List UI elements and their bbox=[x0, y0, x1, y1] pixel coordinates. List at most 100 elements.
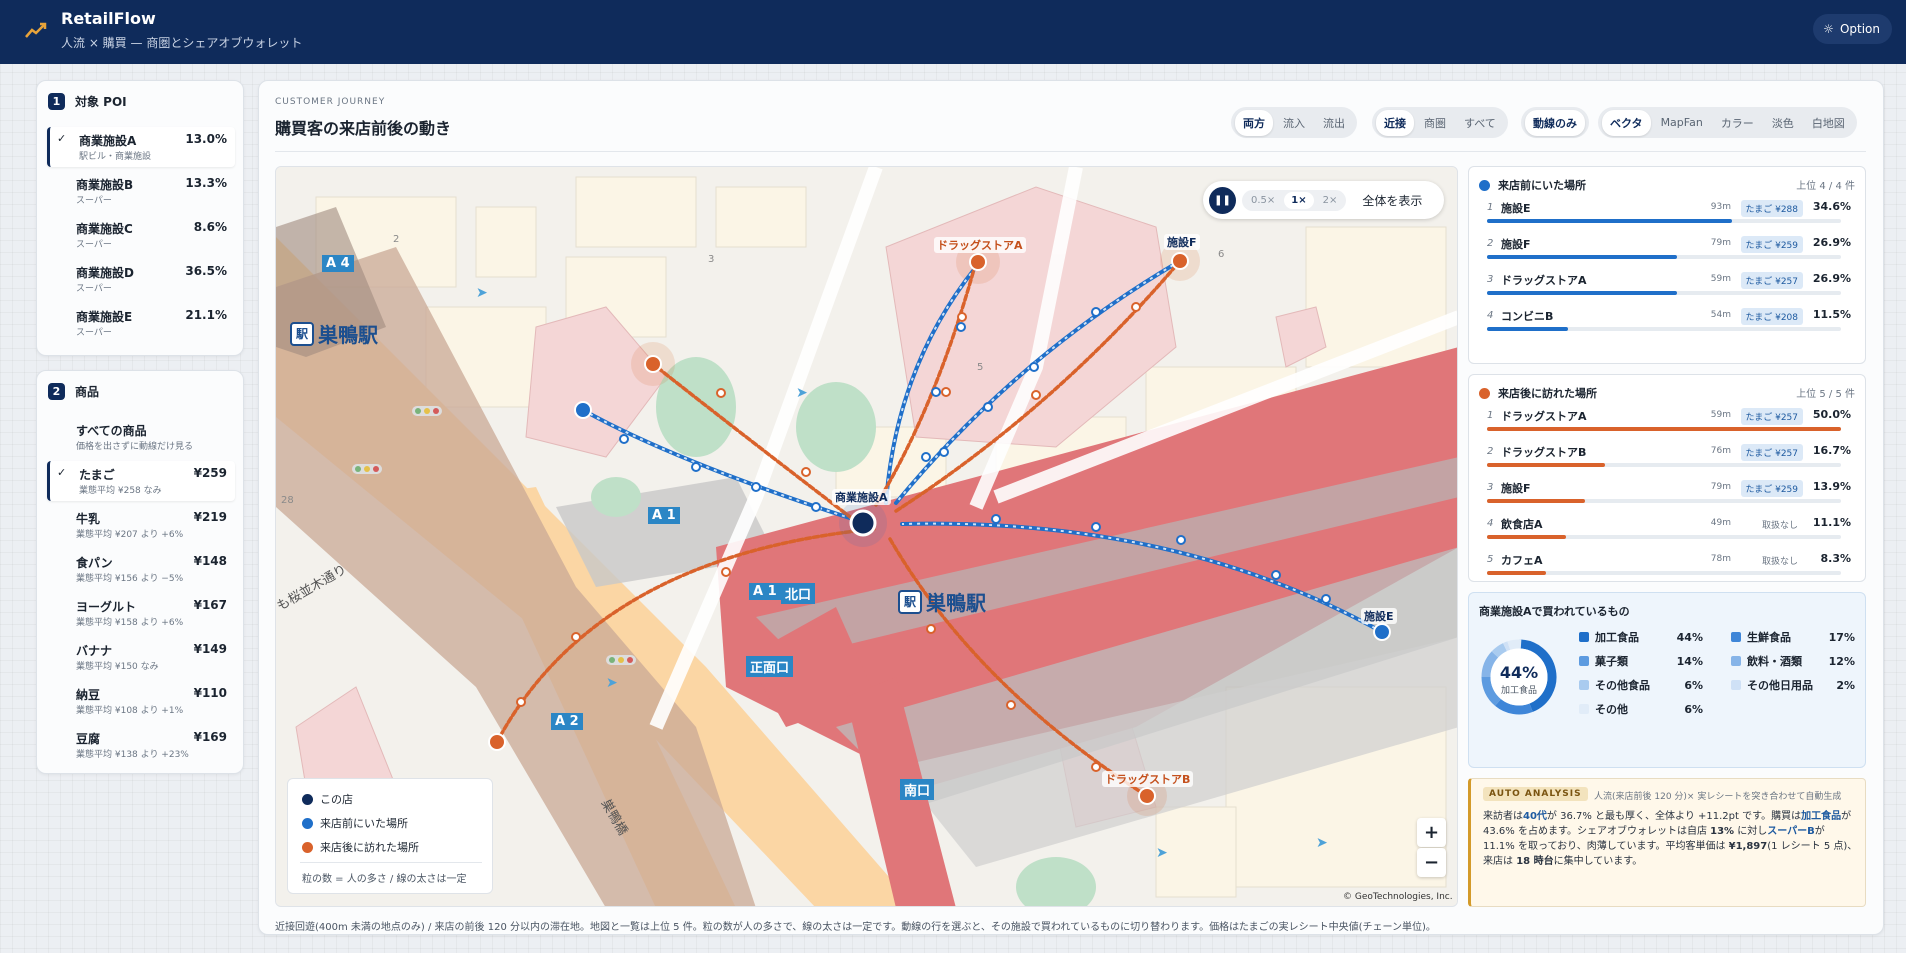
donut-value: 44% bbox=[1499, 663, 1539, 682]
share-bar-fill bbox=[1487, 463, 1606, 467]
share-bar-fill bbox=[1487, 255, 1678, 259]
category-item: 菓子類 14% bbox=[1579, 653, 1703, 669]
flow-row[interactable]: 4 コンビニB 54m たまご ¥208 11.5% bbox=[1479, 305, 1857, 335]
train-icon: 駅 bbox=[290, 321, 314, 346]
category-pct: 12% bbox=[1828, 654, 1855, 668]
row-share: 11.1% bbox=[1812, 516, 1851, 529]
place-marker[interactable] bbox=[1171, 252, 1189, 270]
seg-near[interactable]: 近接 bbox=[1376, 109, 1414, 136]
place-marker[interactable] bbox=[1373, 623, 1391, 641]
place-marker[interactable] bbox=[488, 733, 506, 751]
row-share: 16.7% bbox=[1812, 444, 1851, 457]
traffic-light-icon bbox=[412, 406, 442, 416]
svg-text:➤: ➤ bbox=[1316, 835, 1328, 851]
svg-text:6: 6 bbox=[1218, 249, 1224, 260]
product-item[interactable]: すべての商品 価格を出さずに動線だけ見る bbox=[47, 417, 235, 457]
poi-item[interactable]: 商業施設E スーパー 21.1% bbox=[47, 303, 235, 343]
flow-row[interactable]: 3 施設F 79m たまご ¥259 13.9% bbox=[1479, 477, 1857, 507]
flow-row[interactable]: 1 施設E 93m たまご ¥288 34.6% bbox=[1479, 197, 1857, 227]
row-share: 34.6% bbox=[1812, 200, 1851, 213]
product-panel: 2 商品 すべての商品 価格を出さずに動線だけ見る ✓ たまご 業態平均 ¥258 なみ… bbox=[36, 370, 244, 774]
flow-row[interactable]: 2 ドラッグストアB 76m たまご ¥257 16.7% bbox=[1479, 441, 1857, 471]
speed-0-5[interactable]: 0.5× bbox=[1244, 192, 1282, 209]
product-item[interactable]: ヨーグルト 業態平均 ¥158 より +6% ¥167 bbox=[47, 593, 235, 633]
row-price-badge: たまご ¥257 bbox=[1740, 444, 1803, 461]
direction-toggle: 両方 流入 流出 bbox=[1231, 107, 1357, 138]
flow-row[interactable]: 4 飲食店A 49m 取扱なし 11.1% bbox=[1479, 513, 1857, 543]
seg-color[interactable]: カラー bbox=[1713, 110, 1762, 136]
row-distance: 49m bbox=[1710, 518, 1731, 528]
legend-divider bbox=[300, 862, 482, 863]
zoom-out-button[interactable]: − bbox=[1417, 848, 1446, 877]
product-item[interactable]: ✓ たまご 業態平均 ¥258 なみ ¥259 bbox=[47, 461, 235, 501]
row-rank: 4 bbox=[1487, 518, 1494, 529]
after-dot bbox=[1479, 387, 1490, 399]
donut-slice bbox=[1507, 639, 1522, 650]
row-price-badge: たまご ¥257 bbox=[1740, 272, 1803, 289]
seg-area[interactable]: 商圏 bbox=[1416, 110, 1454, 136]
exit-label: A 1 bbox=[749, 583, 781, 600]
svg-text:➤: ➤ bbox=[1156, 845, 1168, 861]
product-item[interactable]: バナナ 業態平均 ¥150 なみ ¥149 bbox=[47, 637, 235, 677]
seg-light[interactable]: 淡色 bbox=[1764, 110, 1802, 136]
product-item[interactable]: 豆腐 業態平均 ¥138 より +23% ¥169 bbox=[47, 725, 235, 765]
speed-1[interactable]: 1× bbox=[1284, 191, 1314, 209]
row-rank: 2 bbox=[1487, 446, 1494, 457]
place-marker[interactable] bbox=[969, 253, 987, 271]
category-pct: 17% bbox=[1828, 630, 1855, 644]
seg-mapfan[interactable]: MapFan bbox=[1653, 111, 1711, 134]
product-item[interactable]: 食パン 業態平均 ¥156 より −5% ¥148 bbox=[47, 549, 235, 589]
zoom-in-button[interactable]: + bbox=[1417, 818, 1446, 847]
share-bar-fill bbox=[1487, 535, 1566, 539]
store-label: 商業施設A bbox=[832, 489, 891, 505]
store-marker[interactable] bbox=[849, 509, 877, 537]
row-share: 50.0% bbox=[1812, 408, 1851, 421]
product-item[interactable]: 牛乳 業態平均 ¥207 より +6% ¥219 bbox=[47, 505, 235, 545]
flow-row[interactable]: 3 ドラッグストアA 59m たまご ¥257 26.9% bbox=[1479, 269, 1857, 299]
seg-inflow[interactable]: 流入 bbox=[1275, 110, 1313, 136]
flow-row[interactable]: 1 ドラッグストアA 59m たまご ¥257 50.0% bbox=[1479, 405, 1857, 435]
check-icon: ✓ bbox=[57, 132, 67, 145]
place-marker[interactable] bbox=[574, 401, 592, 419]
poi-item[interactable]: 商業施設B スーパー 13.3% bbox=[47, 171, 235, 211]
row-name: カフェA bbox=[1501, 554, 1543, 567]
category-pct: 6% bbox=[1684, 702, 1703, 716]
poi-item[interactable]: ✓ 商業施設A 駅ビル・商業施設 13.0% bbox=[47, 127, 235, 167]
footer-note: 近接回遊(400m 未満の地点のみ) / 来店の前後 120 分以内の滞在地。地… bbox=[275, 922, 1436, 933]
share-bar bbox=[1487, 427, 1841, 431]
seg-white[interactable]: 白地図 bbox=[1804, 110, 1853, 136]
store-dot bbox=[302, 793, 313, 805]
trend-logo-icon bbox=[25, 22, 47, 38]
share-bar-fill bbox=[1487, 291, 1678, 295]
seg-lines-only[interactable]: 動線のみ bbox=[1525, 109, 1585, 136]
app-title: RetailFlow bbox=[61, 9, 156, 28]
share-bar bbox=[1487, 219, 1841, 223]
exit-label: 正面口 bbox=[746, 656, 794, 677]
seg-outflow[interactable]: 流出 bbox=[1315, 110, 1353, 136]
exit-label: A 1 bbox=[648, 507, 680, 524]
fit-all-button[interactable]: 全体を表示 bbox=[1362, 192, 1422, 209]
category-item: 飲料・酒類 12% bbox=[1731, 653, 1855, 669]
category-swatch bbox=[1731, 656, 1741, 666]
flow-row[interactable]: 5 カフェA 78m 取扱なし 8.3% bbox=[1479, 549, 1857, 579]
seg-both[interactable]: 両方 bbox=[1235, 109, 1273, 136]
share-bar bbox=[1487, 535, 1841, 539]
category-name: その他 bbox=[1595, 703, 1628, 716]
poi-item[interactable]: 商業施設C スーパー 8.6% bbox=[47, 215, 235, 255]
poi-item[interactable]: 商業施設D スーパー 36.5% bbox=[47, 259, 235, 299]
seg-vector[interactable]: ベクタ bbox=[1602, 109, 1651, 136]
before-title: 来店前にいた場所 bbox=[1498, 179, 1586, 192]
place-marker[interactable] bbox=[1138, 787, 1156, 805]
option-button[interactable]: ☼ Option bbox=[1813, 14, 1892, 44]
place-marker[interactable] bbox=[644, 355, 662, 373]
row-rank: 3 bbox=[1487, 274, 1494, 285]
seg-all[interactable]: すべて bbox=[1456, 110, 1504, 136]
flow-row[interactable]: 2 施設F 79m たまご ¥259 26.9% bbox=[1479, 233, 1857, 263]
pause-icon[interactable]: ❚❚ bbox=[1209, 186, 1236, 214]
product-item[interactable]: 納豆 業態平均 ¥108 より +1% ¥110 bbox=[47, 681, 235, 721]
row-distance: 79m bbox=[1710, 238, 1731, 248]
speed-2[interactable]: 2× bbox=[1316, 192, 1345, 209]
category-swatch bbox=[1579, 632, 1589, 642]
traffic-light-icon bbox=[352, 464, 382, 474]
row-price-badge: 取扱なし bbox=[1761, 557, 1798, 567]
